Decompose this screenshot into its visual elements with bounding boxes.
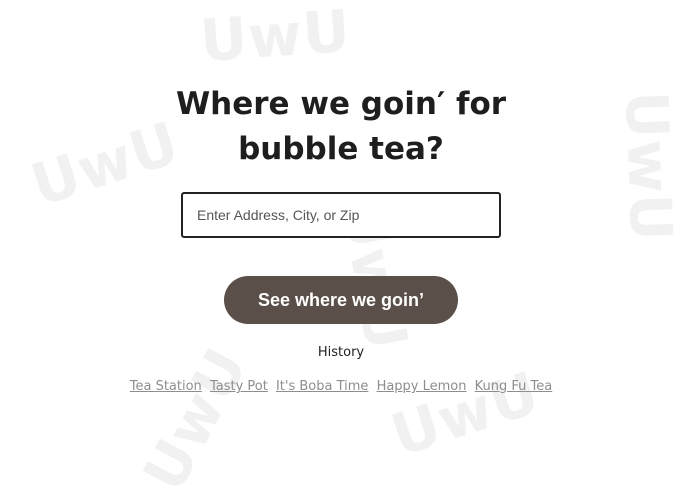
history-link-its-boba-time[interactable]: It's Boba Time [276, 379, 368, 394]
history-link-tea-station[interactable]: Tea Station [130, 379, 202, 394]
address-search-input[interactable] [181, 192, 501, 238]
history-link-tasty-pot[interactable]: Tasty Pot [210, 379, 268, 394]
main-content: Where we goin′ for bubble tea? See where… [0, 0, 700, 467]
history-label: History [317, 345, 365, 360]
history-link-happy-lemon[interactable]: Happy Lemon [377, 379, 467, 394]
history-list: Tea Station Tasty Pot It's Boba Time Hap… [0, 379, 682, 394]
page-title-line-1: Where we goin′ for [175, 86, 507, 122]
page-title: Where we goin′ for bubble tea? [0, 82, 682, 172]
history-link-kung-fu-tea[interactable]: Kung Fu Tea [475, 379, 553, 394]
see-where-we-goin-button[interactable]: See where we goin’ [224, 276, 458, 324]
page-title-line-2: bubble tea? [238, 131, 444, 167]
